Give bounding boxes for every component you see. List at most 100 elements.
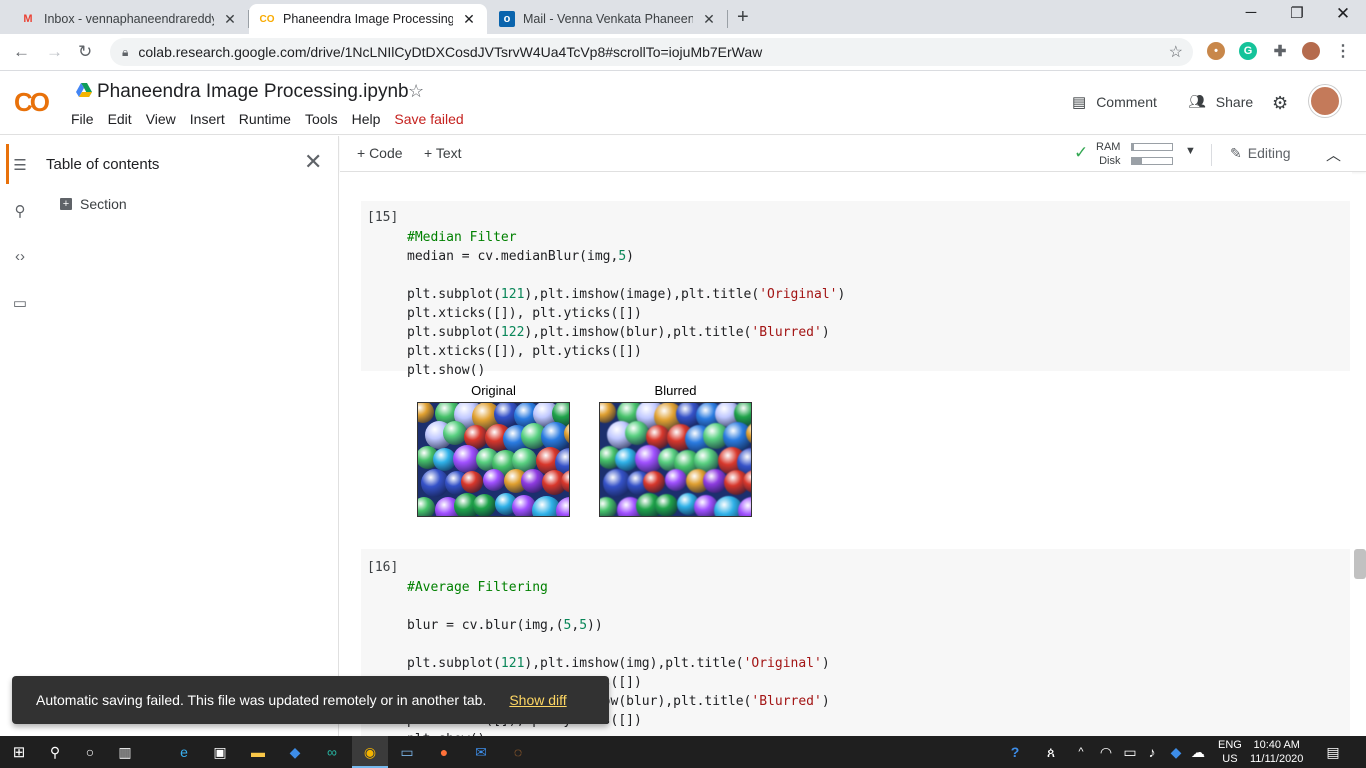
windows-taskbar: ⊞ ⚲ ○ ▥ e ▣ ▬ ◆ ∞ ◉ ▭ ● ✉ ◌ ? ጰ ^ ◠ ▭ ♪ … bbox=[0, 736, 1366, 768]
close-tab-icon[interactable]: ✕ bbox=[461, 11, 477, 28]
menu-tools[interactable]: Tools bbox=[305, 111, 338, 127]
cortana-icon[interactable]: ○ bbox=[80, 742, 100, 762]
cookie-extension-icon[interactable]: • bbox=[1207, 42, 1225, 60]
volume-icon[interactable]: ♪ bbox=[1142, 742, 1162, 762]
jupyter-icon[interactable]: ◌ bbox=[508, 742, 528, 762]
file-explorer-icon[interactable]: ▬ bbox=[248, 742, 268, 762]
table-of-contents-icon[interactable]: ☰ bbox=[10, 156, 30, 174]
colab-logo[interactable]: CO bbox=[14, 87, 50, 118]
code-line: blur = cv.blur(img,(5,5)) bbox=[407, 618, 603, 633]
close-window-icon[interactable]: ✕ bbox=[1320, 4, 1366, 24]
new-tab-button[interactable]: + bbox=[737, 6, 749, 29]
grammarly-extension-icon[interactable]: G bbox=[1239, 42, 1257, 60]
code-line: plt.xticks([]), plt.yticks([]) bbox=[407, 306, 642, 321]
language-indicator[interactable]: ENG US bbox=[1218, 738, 1242, 766]
code-line: plt.subplot(122),plt.imshow(blur),plt.ti… bbox=[407, 325, 830, 340]
forward-icon[interactable]: → bbox=[46, 42, 63, 62]
clock-time: 10:40 AM bbox=[1253, 739, 1300, 751]
browser-tab-outlook[interactable]: o Mail - Venna Venkata Phaneendr ✕ bbox=[489, 4, 727, 34]
language-code: ENG bbox=[1218, 739, 1242, 751]
comment-label: Comment bbox=[1096, 94, 1157, 110]
comment-button[interactable]: ▤ Comment bbox=[1072, 93, 1157, 111]
code-line: plt.subplot(121),plt.imshow(img),plt.tit… bbox=[407, 656, 830, 671]
colab-icon: CO bbox=[259, 13, 275, 25]
output-image-blurred bbox=[599, 402, 752, 517]
settings-gear-icon[interactable]: ⚙ bbox=[1272, 93, 1288, 114]
dropbox-tray-icon[interactable]: ◆ bbox=[1166, 742, 1186, 762]
monitor-icon[interactable]: ▭ bbox=[397, 742, 417, 762]
battery-icon[interactable]: ▭ bbox=[1120, 742, 1140, 762]
show-diff-link[interactable]: Show diff bbox=[509, 692, 566, 708]
code-snippets-icon[interactable]: ‹› bbox=[10, 248, 30, 265]
profile-avatar[interactable] bbox=[1302, 42, 1320, 60]
google-drive-icon[interactable] bbox=[76, 83, 92, 97]
search-icon[interactable]: ⚲ bbox=[45, 742, 65, 762]
scrollbar-thumb[interactable] bbox=[1354, 549, 1366, 579]
left-rail: ☰ ⚲ ‹› ▭ bbox=[0, 136, 40, 736]
taskbar-clock[interactable]: 10:40 AM 11/11/2020 bbox=[1250, 738, 1303, 766]
menu-view[interactable]: View bbox=[146, 111, 176, 127]
chevron-up-icon[interactable]: ︿ bbox=[1326, 144, 1341, 165]
account-avatar[interactable] bbox=[1309, 85, 1341, 117]
minimize-icon[interactable]: ─ bbox=[1228, 4, 1274, 21]
star-notebook-icon[interactable]: ☆ bbox=[408, 81, 424, 102]
store-icon[interactable]: ▣ bbox=[210, 742, 230, 762]
save-failed-toast: Automatic saving failed. This file was u… bbox=[12, 676, 609, 724]
edge-icon[interactable]: e bbox=[174, 742, 194, 762]
close-tab-icon[interactable]: ✕ bbox=[701, 11, 717, 28]
add-code-button[interactable]: + Code bbox=[357, 145, 403, 161]
notebook-body: [15] #Median Filter median = cv.medianBlu… bbox=[340, 172, 1352, 736]
add-text-button[interactable]: + Text bbox=[424, 145, 462, 161]
chevron-down-icon[interactable]: ▼ bbox=[1185, 145, 1196, 157]
browser-menu-icon[interactable]: ⋮ bbox=[1334, 42, 1352, 60]
expand-icon[interactable]: + bbox=[60, 198, 72, 210]
restore-icon[interactable]: ❐ bbox=[1274, 4, 1320, 22]
ram-disk-indicator[interactable]: RAM Disk bbox=[1096, 140, 1120, 168]
code-line: #Average Filtering bbox=[407, 580, 548, 595]
people-icon[interactable]: ጰ bbox=[1041, 742, 1061, 762]
notebook-title[interactable]: Phaneendra Image Processing.ipynb bbox=[97, 81, 409, 103]
share-button[interactable]: 👥︎ Share bbox=[1188, 93, 1253, 110]
browser-tab-gmail[interactable]: M Inbox - vennaphaneendrareddy@ ✕ bbox=[10, 4, 248, 34]
menu-help[interactable]: Help bbox=[352, 111, 381, 127]
toc-item-label: Section bbox=[80, 196, 127, 212]
search-icon[interactable]: ⚲ bbox=[10, 202, 30, 220]
bookmark-star-icon[interactable]: ☆ bbox=[1169, 42, 1183, 62]
tab-title: Phaneendra Image Processing.ip bbox=[283, 12, 453, 26]
reload-icon[interactable]: ↻ bbox=[78, 42, 92, 62]
chevron-up-icon[interactable]: ^ bbox=[1071, 742, 1091, 762]
save-status[interactable]: Save failed bbox=[394, 111, 463, 127]
mail-icon[interactable]: ✉ bbox=[471, 742, 491, 762]
menu-runtime[interactable]: Runtime bbox=[239, 111, 291, 127]
disk-usage-bar bbox=[1131, 157, 1173, 165]
share-label: Share bbox=[1215, 93, 1254, 110]
extensions-puzzle-icon[interactable]: ✚ bbox=[1271, 42, 1289, 60]
task-view-icon[interactable]: ▥ bbox=[115, 742, 135, 762]
notifications-icon[interactable]: ▤ bbox=[1323, 742, 1343, 762]
colab-header: CO Phaneendra Image Processing.ipynb ☆ F… bbox=[0, 71, 1366, 135]
editing-mode-button[interactable]: ✎ Editing bbox=[1230, 145, 1291, 162]
menu-file[interactable]: File bbox=[71, 111, 94, 127]
dropbox-icon[interactable]: ◆ bbox=[285, 742, 305, 762]
close-icon[interactable]: ✕ bbox=[304, 149, 322, 175]
files-folder-icon[interactable]: ▭ bbox=[10, 294, 30, 312]
toc-item-section[interactable]: + Section bbox=[60, 196, 127, 212]
chrome-icon[interactable]: ◉ bbox=[360, 742, 380, 762]
notebook-toolbar: + Code + Text ✓ RAM Disk ▼ ✎ Editing ︿ bbox=[340, 136, 1366, 172]
menu-edit[interactable]: Edit bbox=[108, 111, 132, 127]
back-icon[interactable]: ← bbox=[13, 42, 30, 62]
onedrive-icon[interactable]: ☁ bbox=[1188, 742, 1208, 762]
menu-insert[interactable]: Insert bbox=[190, 111, 225, 127]
pencil-icon: ✎ bbox=[1230, 145, 1242, 161]
address-bar[interactable]: 🔒︎ colab.research.google.com/drive/1NcLN… bbox=[110, 38, 1193, 66]
firefox-icon[interactable]: ● bbox=[434, 742, 454, 762]
tab-title: Inbox - vennaphaneendrareddy@ bbox=[44, 12, 214, 26]
browser-tab-colab[interactable]: CO Phaneendra Image Processing.ip ✕ bbox=[249, 4, 487, 34]
app-infinity-icon[interactable]: ∞ bbox=[322, 742, 342, 762]
help-icon[interactable]: ? bbox=[1005, 742, 1025, 762]
close-tab-icon[interactable]: ✕ bbox=[222, 11, 238, 28]
code-cell[interactable]: [15] #Median Filter median = cv.medianBlu… bbox=[361, 201, 1350, 378]
windows-start-icon[interactable]: ⊞ bbox=[9, 742, 29, 762]
wifi-icon[interactable]: ◠ bbox=[1096, 742, 1116, 762]
